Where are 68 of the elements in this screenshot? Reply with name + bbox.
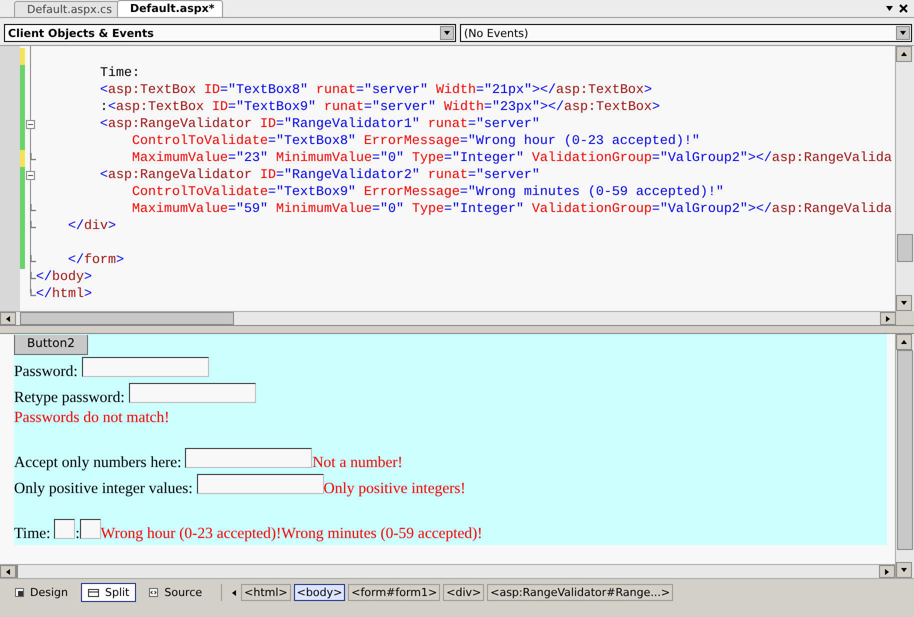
code-line: :<asp:TextBox ID="TextBox9" runat="server" Width="23px"></asp:TextBox> xyxy=(98,99,660,116)
code-line: </html> xyxy=(36,286,92,303)
scroll-right-icon[interactable] xyxy=(883,568,891,576)
scroll-up-icon[interactable] xyxy=(900,50,908,58)
split-icon xyxy=(88,588,99,596)
code-line: MaximumValue="59" MinimumValue="0" Type="Integer" ValidationGroup="ValGroup2"></asp:RangeValida xyxy=(130,201,892,218)
field-label: : xyxy=(75,525,80,543)
code-line: ControlToValidate="TextBox8" ErrorMessage="Wrong hour (0-23 accepted)!" xyxy=(130,133,700,150)
code-line: <asp:RangeValidator ID="RangeValidator1" runat="server" xyxy=(98,116,540,133)
scroll-up-icon[interactable] xyxy=(900,338,908,346)
scroll-thumb[interactable] xyxy=(897,350,913,550)
scroll-left-icon[interactable] xyxy=(230,588,238,596)
breadcrumb-item[interactable]: <div> xyxy=(443,584,484,601)
scroll-thumb[interactable] xyxy=(16,565,18,578)
view-tab[interactable]: Split xyxy=(80,583,136,602)
close-icon[interactable] xyxy=(899,4,908,13)
collapse-icon[interactable] xyxy=(26,120,35,129)
breadcrumb-item[interactable]: <body> xyxy=(294,584,346,601)
code-line: </div> xyxy=(66,218,116,235)
code-line: MaximumValue="23" MinimumValue="0" Type="Integer" ValidationGroup="ValGroup2"></asp:RangeValida xyxy=(130,150,892,167)
scroll-down-icon[interactable] xyxy=(900,566,908,574)
code-line: <asp:RangeValidator ID="RangeValidator2" runat="server" xyxy=(98,167,540,184)
horizontal-scrollbar[interactable] xyxy=(0,564,895,578)
input-field[interactable] xyxy=(80,519,101,539)
error-message: Wrong hour (0-23 accepted)! xyxy=(100,525,282,543)
view-tab[interactable]: Design xyxy=(8,583,75,602)
code-line: <asp:TextBox ID="TextBox8" runat="server" Width="21px"></asp:TextBox> xyxy=(98,82,652,99)
collapse-icon[interactable] xyxy=(26,171,35,180)
scroll-left-icon[interactable] xyxy=(4,314,12,322)
scroll-thumb[interactable] xyxy=(897,234,913,262)
scroll-thumb[interactable] xyxy=(20,312,234,325)
vertical-scrollbar[interactable] xyxy=(895,46,914,311)
code-line: </body> xyxy=(36,269,92,286)
code-line: ControlToValidate="TextBox9" ErrorMessage="Wrong minutes (0-59 accepted)!" xyxy=(130,184,724,201)
error-message: Wrong minutes (0-59 accepted)! xyxy=(281,525,482,543)
code-line: Time: xyxy=(98,65,140,82)
document-tab[interactable]: Default.aspx* xyxy=(116,0,224,17)
field-label: Only positive integer values: xyxy=(14,480,194,498)
button[interactable]: Button2 xyxy=(14,335,88,355)
input-field[interactable] xyxy=(185,448,312,468)
input-field[interactable] xyxy=(54,519,76,539)
scroll-right-icon[interactable] xyxy=(884,314,892,322)
error-message: Only positive integers! xyxy=(324,480,466,498)
field-label: Accept only numbers here: xyxy=(14,454,182,472)
breadcrumb-item[interactable]: <html> xyxy=(241,584,291,601)
dropdown-arrow-icon[interactable] xyxy=(443,29,451,37)
error-message: Passwords do not match! xyxy=(14,409,170,427)
breadcrumb-item[interactable]: <form#form1> xyxy=(348,584,440,601)
source-icon xyxy=(149,588,158,597)
input-field[interactable] xyxy=(196,474,324,494)
scroll-down-icon[interactable] xyxy=(900,299,908,307)
dropdown[interactable]: (No Events) xyxy=(460,24,912,42)
dropdown[interactable]: Client Objects & Events xyxy=(4,24,456,42)
error-message: Not a number! xyxy=(312,454,403,472)
breadcrumb-item[interactable]: <asp:RangeValidator#Range...> xyxy=(487,584,674,601)
horizontal-scrollbar[interactable] xyxy=(0,311,896,325)
dropdown-arrow-icon[interactable] xyxy=(899,29,907,37)
field-label: Time: xyxy=(14,525,52,543)
dropdown-icon[interactable] xyxy=(886,6,893,11)
design-icon xyxy=(15,588,24,597)
input-field[interactable] xyxy=(82,357,209,377)
field-label: Retype password: xyxy=(14,389,126,407)
vertical-scrollbar[interactable] xyxy=(895,334,914,578)
scroll-left-icon[interactable] xyxy=(4,568,12,576)
field-label: Password: xyxy=(14,363,79,381)
input-field[interactable] xyxy=(128,383,256,403)
code-line: </form> xyxy=(66,252,124,269)
view-tab[interactable]: Source xyxy=(142,583,210,602)
